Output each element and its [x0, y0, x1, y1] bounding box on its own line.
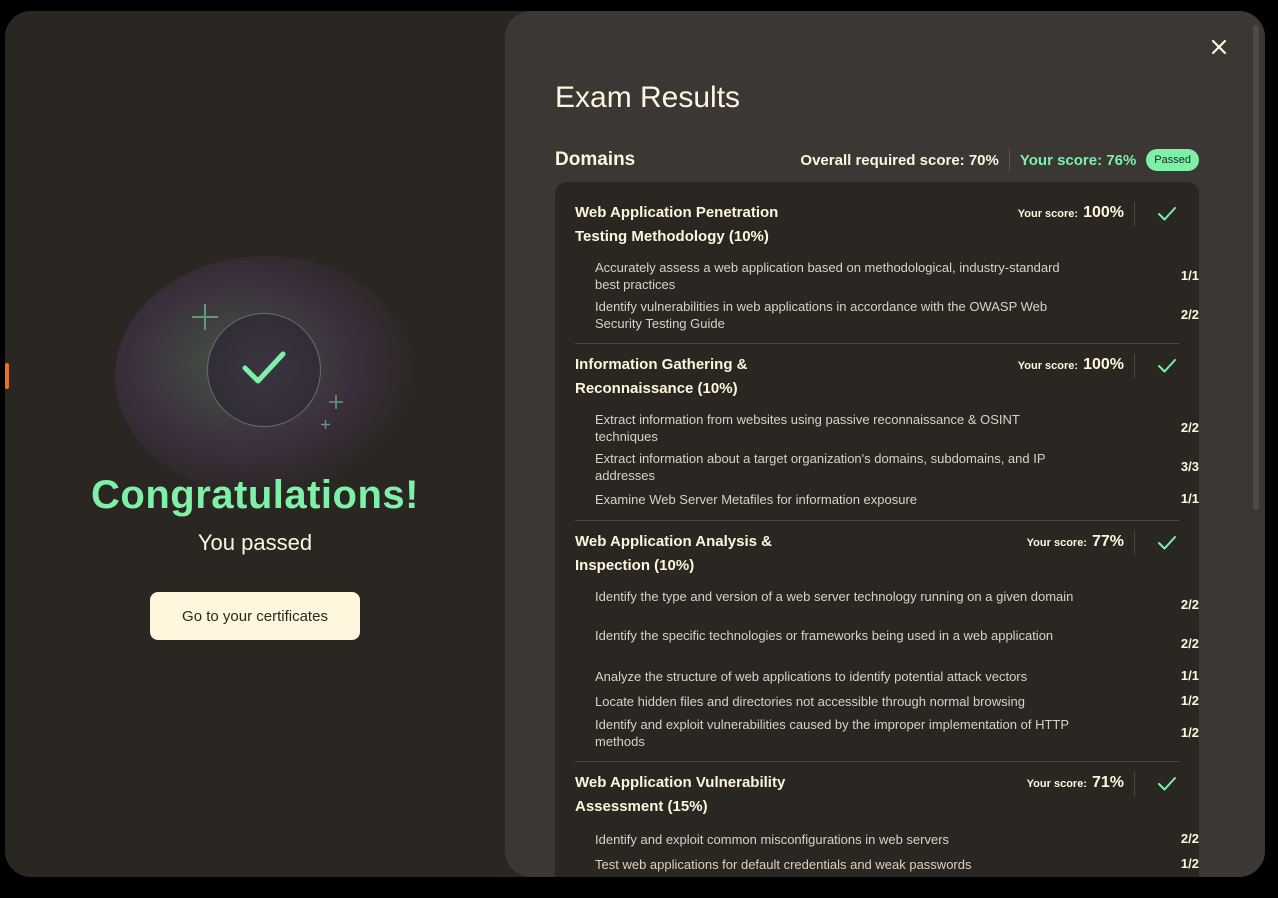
objective-score: 2/2 [1180, 307, 1199, 322]
domain-item: Information Gathering & Reconnaissance (… [575, 344, 1199, 521]
domain-title: Web Application Vulnerability Assessment… [575, 774, 786, 815]
check-icon [242, 351, 286, 384]
check-icon [1158, 359, 1176, 373]
overall-score: Your score: 76% [1019, 151, 1137, 169]
objective-score: 1/2 [1180, 856, 1199, 871]
domain-score-value: 71% [1091, 774, 1124, 791]
check-icon [1158, 777, 1176, 791]
objective-text: Test web applications for default creden… [595, 857, 972, 872]
objective-score: 1/1 [1180, 491, 1199, 506]
objective-score: 1/2 [1180, 693, 1199, 708]
domain-score-label: Your score: [1026, 778, 1087, 790]
results-modal: Congratulations! You passed Go to your c… [5, 11, 1265, 877]
divider [1134, 202, 1135, 226]
exam-results-panel: Exam Results Domains Overall required sc… [505, 11, 1265, 877]
objective-text: Identify the type and version of a web s… [595, 589, 1074, 604]
objective-score: 2/2 [1180, 597, 1199, 612]
objective-text: Identify and exploit common misconfigura… [595, 832, 950, 847]
objective-text: Identify the specific technologies or fr… [595, 628, 1054, 643]
page-title: Exam Results [555, 81, 741, 114]
domain-score-label: Your score: [1017, 208, 1079, 220]
domain-title: Information Gathering & Reconnaissance (… [575, 356, 748, 397]
domain-score: Your score: 100% [1018, 356, 1124, 374]
objective-score: 3/3 [1180, 459, 1199, 474]
congratulations-heading: Congratulations! [91, 473, 419, 517]
plus-icon [321, 420, 330, 429]
domain-score: Your score: 100% [1018, 204, 1124, 222]
celebration-panel: Congratulations! You passed Go to your c… [5, 11, 505, 877]
objective-text: Extract information from websites using … [595, 412, 1020, 444]
domains-list: Web Application Penetration Testing Meth… [555, 182, 1199, 877]
passed-subheading: You passed [197, 530, 313, 555]
domain-title: Web Application Analysis & Inspection (1… [575, 533, 772, 574]
close-icon [1211, 39, 1227, 55]
domains-summary: Domains Overall required score: 70% Your… [555, 147, 1199, 173]
domain-score-label: Your score: [1017, 360, 1079, 372]
domain-score: Your score: 71% [1027, 774, 1124, 792]
domain-item: Web Application Penetration Testing Meth… [575, 182, 1199, 344]
domains-label: Domains [555, 149, 636, 170]
objective-score: 2/2 [1180, 831, 1199, 846]
divider [1134, 531, 1135, 555]
plus-icon [329, 395, 343, 409]
domain-score-value: 77% [1091, 533, 1124, 550]
check-icon [1158, 207, 1176, 221]
plus-icon [192, 304, 218, 330]
domain-score: Your score: 77% [1027, 533, 1124, 551]
domain-title: Web Application Penetration Testing Meth… [575, 204, 779, 245]
objective-score: 1/1 [1180, 268, 1199, 283]
domain-score-value: 100% [1083, 356, 1124, 373]
objective-score: 2/2 [1180, 636, 1199, 651]
domain-score-value: 100% [1083, 204, 1124, 221]
status-badge: Passed [1146, 149, 1199, 171]
objective-text: Locate hidden files and directories not … [595, 694, 1025, 709]
required-score: Overall required score: 70% [800, 149, 1010, 171]
close-button[interactable] [1205, 33, 1233, 61]
check-icon [1158, 536, 1176, 550]
objective-text: Analyze the structure of web application… [595, 669, 1028, 684]
domain-item: Web Application Analysis & Inspection (1… [575, 521, 1199, 762]
objective-score: 2/2 [1180, 420, 1199, 435]
go-to-certificates-button[interactable]: Go to your certificates [150, 592, 360, 640]
objective-text: Identify and exploit vulnerabilities cau… [595, 717, 1069, 749]
divider [1134, 354, 1135, 378]
objective-text: Accurately assess a web application base… [595, 260, 1060, 292]
objective-score: 1/1 [1180, 668, 1199, 683]
success-badge [207, 313, 321, 427]
scrollbar[interactable] [1253, 25, 1259, 510]
domain-score-label: Your score: [1026, 537, 1087, 549]
objective-text: Identify vulnerabilities in web applicat… [595, 299, 1048, 331]
objective-text: Examine Web Server Metafiles for informa… [595, 492, 918, 507]
objective-text: Extract information about a target organ… [595, 451, 1046, 483]
domain-item: Web Application Vulnerability Assessment… [575, 762, 1199, 877]
objective-score: 1/2 [1180, 725, 1199, 740]
divider [1134, 772, 1135, 796]
